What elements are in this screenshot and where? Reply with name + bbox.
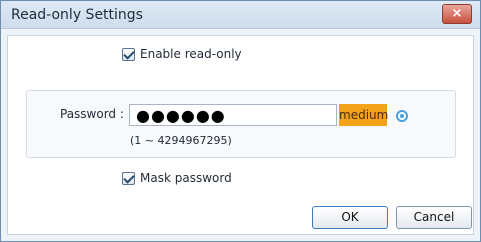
password-strength-badge: medium [339, 104, 388, 126]
cancel-button[interactable]: Cancel [396, 206, 472, 229]
eye-icon[interactable] [396, 110, 408, 122]
window-title: Read-only Settings [11, 7, 143, 23]
enable-readonly-label[interactable]: Enable read-only [140, 47, 242, 61]
mask-password-label[interactable]: Mask password [140, 171, 232, 185]
ok-button[interactable]: OK [312, 206, 388, 229]
password-label: Password : [60, 107, 124, 121]
dialog-content: Enable read-only Password : ●●●●●● mediu… [7, 35, 474, 235]
enable-readonly-checkbox[interactable] [122, 48, 135, 61]
read-only-settings-dialog: Read-only Settings × Enable read-only Pa… [0, 0, 481, 242]
password-group: Password : ●●●●●● medium (1 ~ 4294967295… [26, 90, 456, 158]
password-range-hint: (1 ~ 4294967295) [130, 134, 232, 147]
close-icon: × [451, 6, 463, 21]
mask-password-checkbox[interactable] [122, 172, 135, 185]
close-button[interactable]: × [442, 4, 472, 24]
title-bar: Read-only Settings × [1, 1, 480, 29]
password-value: ●●●●●● [136, 106, 226, 125]
password-input[interactable]: ●●●●●● [129, 104, 337, 126]
